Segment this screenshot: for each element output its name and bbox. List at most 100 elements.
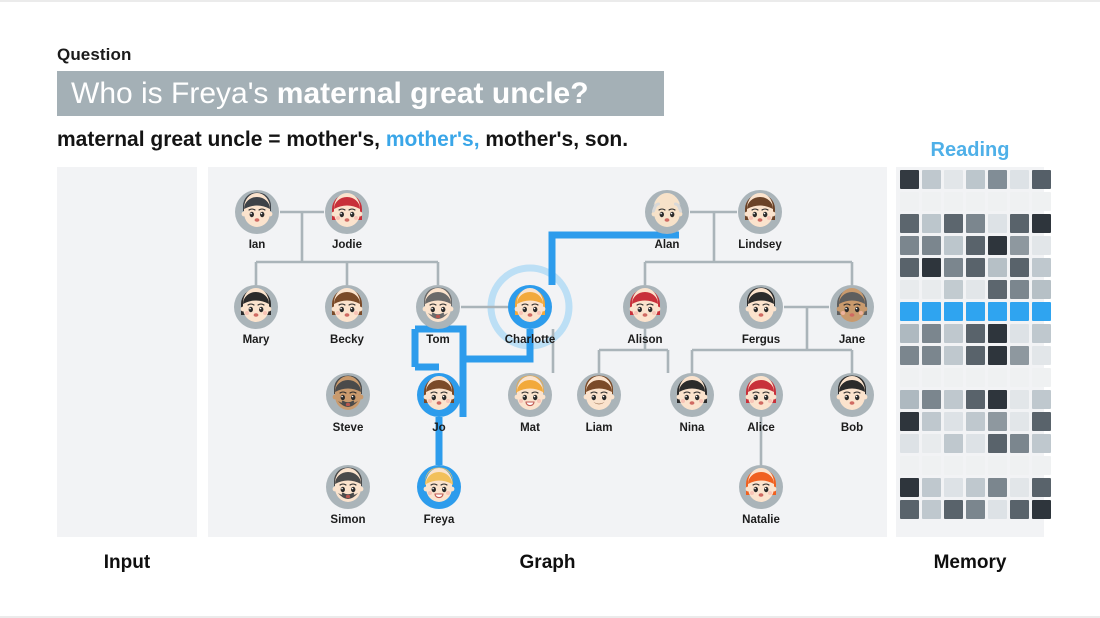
caption-input: Input [103,552,151,573]
graph-node-mat[interactable]: Mat [508,373,552,434]
memory-grid [900,170,1051,519]
memory-cell [1010,192,1029,211]
graph-node-charlotte[interactable]: Charlotte [505,285,555,346]
memory-cell [922,280,941,299]
node-avatar [672,375,712,415]
memory-cell [988,258,1007,277]
graph-node-fergus[interactable]: Fergus [739,285,783,346]
graph-node-jodie[interactable]: Jodie [325,190,369,251]
memory-cell [900,500,919,519]
graph-edge [256,260,440,285]
definition-line: maternal great uncle = mother's, mother'… [57,128,628,152]
graph-node-freya[interactable]: Freya [417,465,461,526]
graph-node-jo[interactable]: Jo [417,373,461,434]
question-emphasis: maternal great uncle? [276,76,589,110]
definition-highlight: mother's, [385,128,480,151]
node-label: Fergus [742,334,780,346]
memory-cell [1032,236,1051,255]
node-label: Tom [426,334,449,346]
memory-cell [922,412,941,431]
memory-cell [1010,302,1029,321]
memory-cell [922,170,941,189]
memory-cell [922,434,941,453]
memory-cell [988,434,1007,453]
memory-cell [922,346,941,365]
memory-cell [988,302,1007,321]
graph-node-liam[interactable]: Liam [577,373,621,434]
memory-cell [988,192,1007,211]
question-label: Question [57,45,132,64]
memory-cell [988,280,1007,299]
graph-edge [692,348,854,373]
caption-graph: Graph [519,552,576,573]
graph-node-alice[interactable]: Alice [739,373,783,434]
node-avatar [832,287,872,327]
node-label: Jodie [332,239,362,251]
memory-cell [900,170,919,189]
definition-prefix: maternal great uncle = mother's, [57,128,386,151]
memory-cell [1010,324,1029,343]
memory-cell [922,258,941,277]
node-avatar [510,287,550,327]
graph-node-jane[interactable]: Jane [830,285,874,346]
memory-cell [1032,368,1051,387]
node-label: Jo [432,422,445,434]
memory-cell [922,236,941,255]
memory-cell [900,412,919,431]
node-label: Bob [841,422,863,434]
memory-cell [966,434,985,453]
node-avatar [327,192,367,232]
graph-node-simon[interactable]: Simon [326,465,370,526]
memory-cell [966,412,985,431]
graph-node-alison[interactable]: Alison [623,285,667,346]
graph-node-lindsey[interactable]: Lindsey [738,190,782,251]
node-label: Natalie [742,514,780,526]
memory-cell [1032,324,1051,343]
memory-cell [944,412,963,431]
memory-cell [1010,500,1029,519]
node-label: Liam [586,422,613,434]
memory-cell [966,346,985,365]
graph-node-bob[interactable]: Bob [830,373,874,434]
memory-cell [1010,434,1029,453]
memory-cell [922,324,941,343]
memory-cell [944,390,963,409]
memory-cell [1010,258,1029,277]
memory-cell [944,192,963,211]
node-label: Mat [520,422,540,434]
graph-node-nina[interactable]: Nina [670,373,714,434]
node-label: Steve [333,422,364,434]
memory-cell [1010,478,1029,497]
graph-node-steve[interactable]: Steve [326,373,370,434]
graph-node-alan[interactable]: Alan [645,190,689,251]
graph-node-natalie[interactable]: Natalie [739,465,783,526]
memory-cell [944,346,963,365]
memory-cell [966,280,985,299]
memory-cell [922,214,941,233]
memory-cell [966,302,985,321]
memory-cell [944,302,963,321]
graph-node-becky[interactable]: Becky [325,285,369,346]
memory-cell [1032,412,1051,431]
memory-cell [1032,500,1051,519]
memory-cell [922,192,941,211]
memory-cell [988,368,1007,387]
memory-cell [944,214,963,233]
memory-cell [900,390,919,409]
graph-node-ian[interactable]: Ian [235,190,279,251]
memory-cell [966,500,985,519]
node-avatar [419,375,459,415]
graph-node-mary[interactable]: Mary [234,285,278,346]
reading-label: Reading [930,139,1010,161]
memory-cell [922,368,941,387]
memory-cell [966,324,985,343]
memory-cell [944,368,963,387]
graph-node-tom[interactable]: Tom [416,285,460,346]
memory-cell [944,500,963,519]
memory-cell [1010,214,1029,233]
memory-cell [966,456,985,475]
memory-cell [922,478,941,497]
memory-cell [1010,412,1029,431]
node-label: Mary [243,334,270,346]
family-graph: Ian Jodie Alan Lindsey Mary Becky Tom Charlotte… [234,190,874,526]
